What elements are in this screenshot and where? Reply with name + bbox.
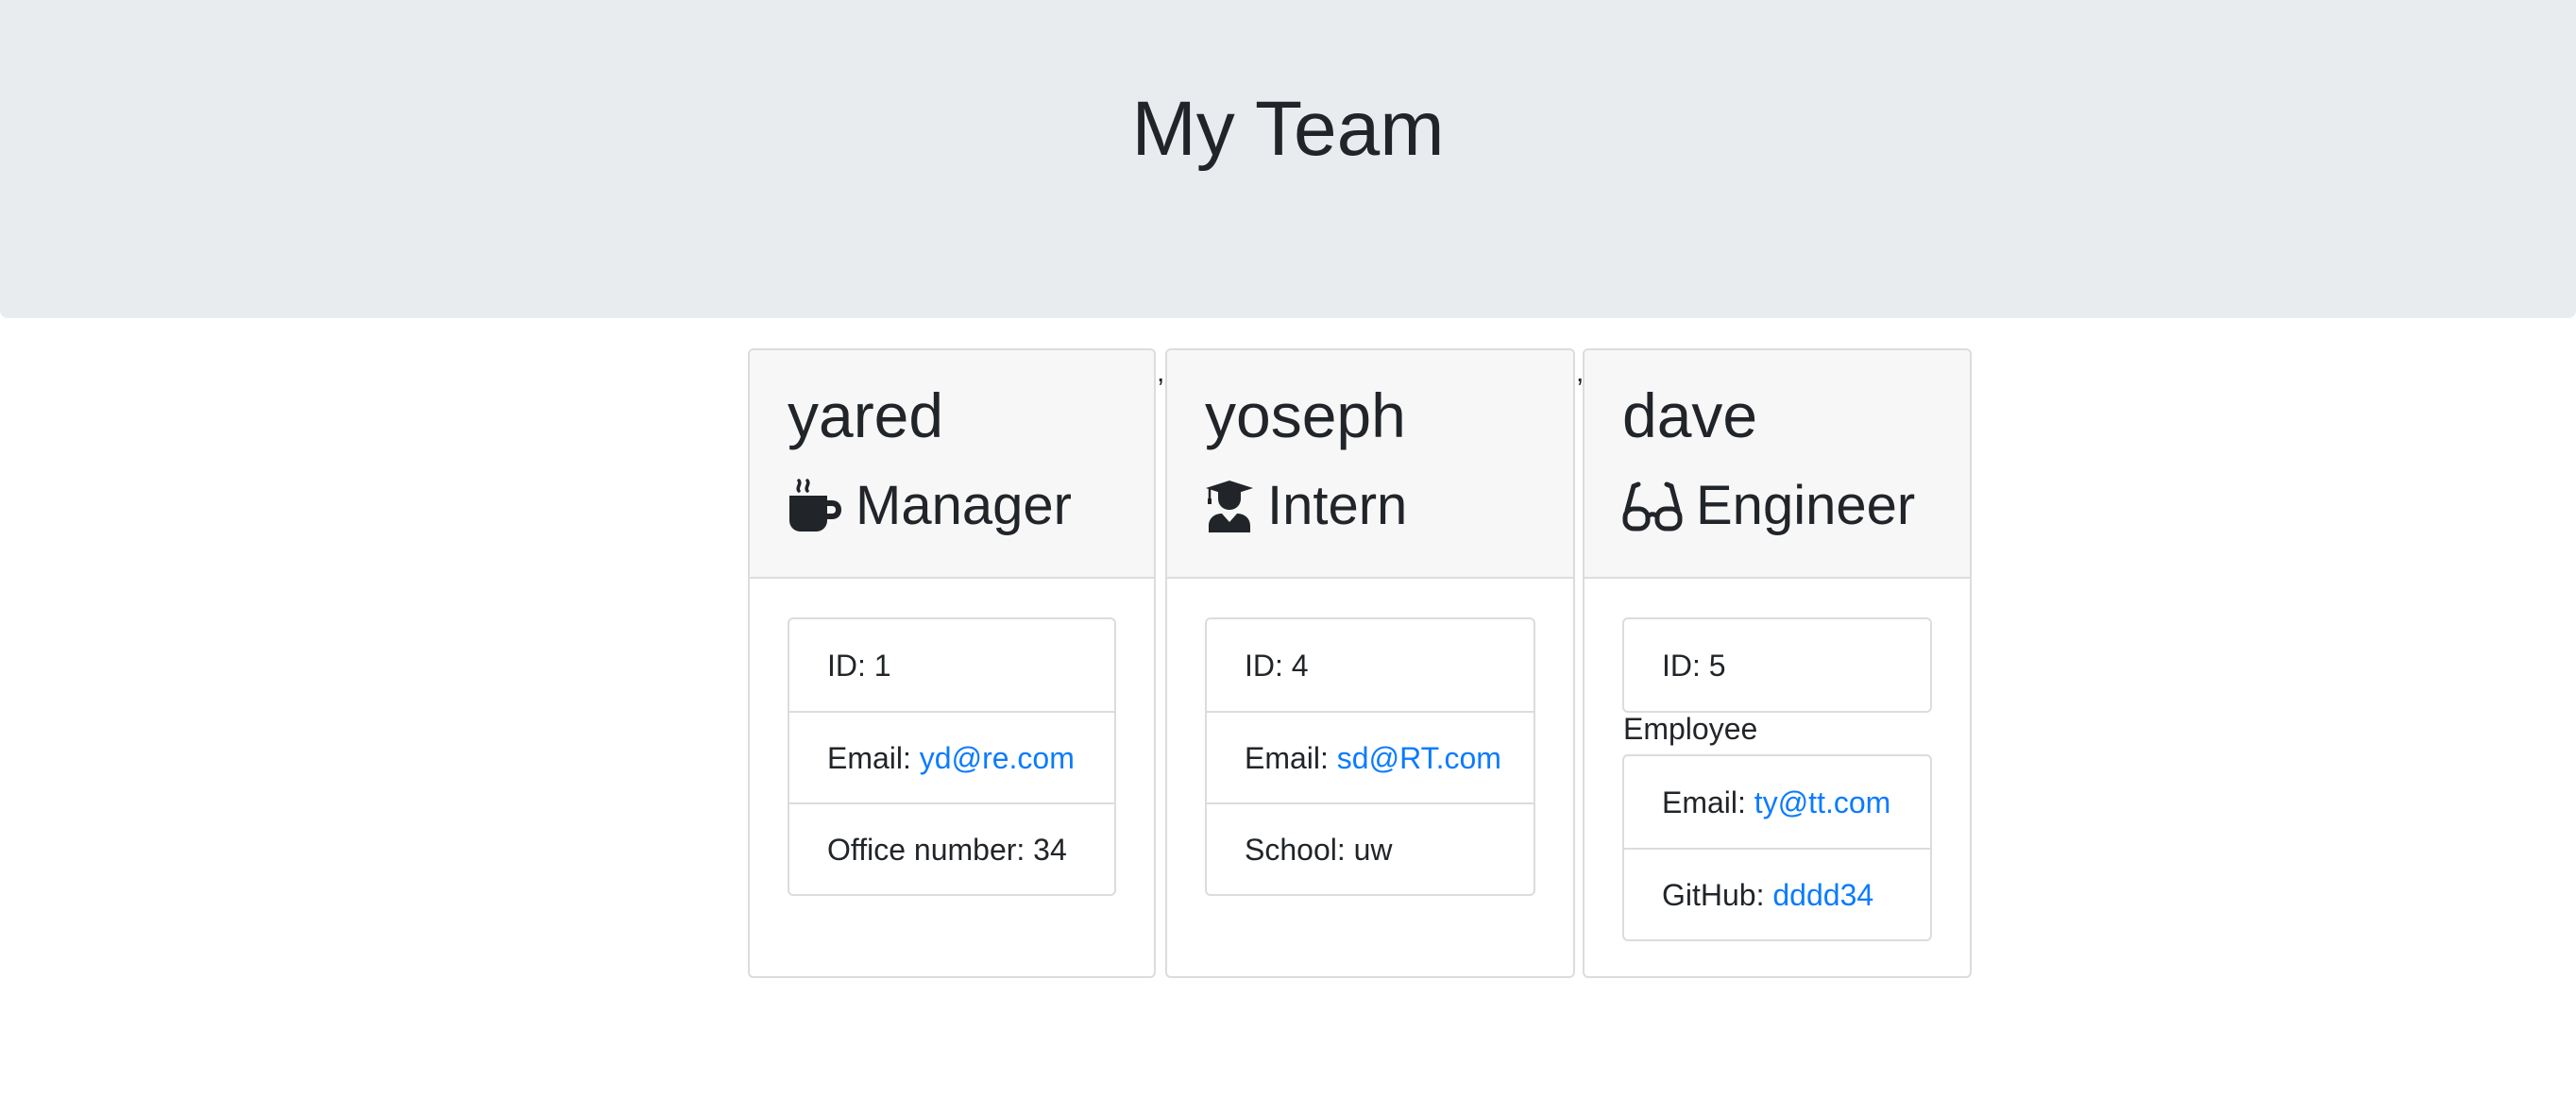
employee-card-manager: yared Manager ID: 1 Email: yd@re.com Off… (748, 348, 1156, 978)
office-number: Office number: 34 (789, 802, 1114, 894)
github-label: GitHub: (1662, 877, 1773, 912)
employee-card-intern: yoseph Intern ID: 4 Email: sd@RT.com Sch… (1165, 348, 1575, 978)
employee-details: Email: ty@tt.com GitHub: dddd34 (1622, 754, 1932, 941)
email-label: Email: (1245, 740, 1337, 775)
employee-role: Engineer (1622, 468, 1915, 544)
role-label: Engineer (1696, 475, 1916, 536)
employee-id-list: ID: 5 (1622, 617, 1932, 713)
employee-type-label: Employee (1623, 712, 1758, 746)
email-link[interactable]: ty@tt.com (1754, 787, 1891, 818)
graduate-icon (1205, 479, 1254, 533)
school: School: uw (1207, 802, 1534, 894)
github-link[interactable]: dddd34 (1772, 880, 1873, 910)
email-link[interactable]: sd@RT.com (1337, 743, 1501, 773)
role-label: Manager (856, 475, 1072, 536)
github-row: GitHub: dddd34 (1624, 848, 1930, 939)
card-header: yoseph Intern (1167, 350, 1573, 579)
employee-id: ID: 1 (827, 648, 891, 683)
page-title: My Team (1131, 86, 1445, 172)
role-label: Intern (1267, 475, 1408, 536)
coffee-icon (788, 479, 842, 533)
employee-id: ID: 5 (1662, 648, 1726, 683)
employee-email-row: Email: ty@tt.com (1624, 756, 1930, 848)
employee-card-engineer: dave Engineer ID: 5 Email: ty@tt.com Git… (1583, 348, 1972, 978)
employee-id: ID: 4 (1245, 648, 1309, 683)
employee-role: Intern (1205, 468, 1407, 544)
employee-details: ID: 1 Email: yd@re.com Office number: 34 (788, 617, 1116, 896)
glasses-icon (1622, 479, 1683, 533)
email-label: Email: (1662, 785, 1754, 819)
page-header: My Team (0, 0, 2576, 318)
employee-name: dave (1622, 380, 1758, 450)
employee-email-row: Email: yd@re.com (789, 711, 1114, 802)
employee-name: yoseph (1205, 380, 1406, 450)
card-header: yared Manager (750, 350, 1154, 579)
employee-email-row: Email: sd@RT.com (1207, 711, 1534, 802)
card-separator: , (1157, 357, 1165, 388)
email-label: Email: (827, 740, 920, 775)
employee-details: ID: 4 Email: sd@RT.com School: uw (1205, 617, 1535, 896)
employee-name: yared (788, 380, 944, 450)
card-header: dave Engineer (1585, 350, 1970, 579)
email-link[interactable]: yd@re.com (920, 743, 1075, 773)
employee-role: Manager (788, 468, 1072, 544)
